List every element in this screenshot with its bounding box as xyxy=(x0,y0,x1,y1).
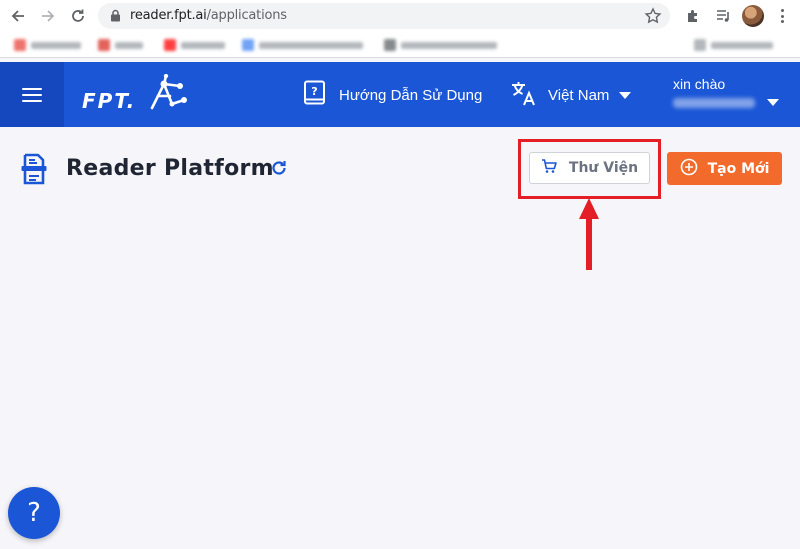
browser-menu-icon[interactable] xyxy=(775,6,789,26)
profile-avatar[interactable] xyxy=(742,5,764,27)
reload-icon[interactable] xyxy=(66,4,90,28)
puzzle-icon[interactable] xyxy=(682,5,704,27)
star-icon[interactable] xyxy=(644,7,662,30)
url-text: reader.fpt.ai/applications xyxy=(130,8,287,23)
app-header: FPT. ? Hướng Dẫn Sử Dụng Việt Nam xin ch… xyxy=(0,62,800,127)
page-title: Reader Platform xyxy=(66,156,274,181)
create-new-button[interactable]: Tạo Mới xyxy=(667,152,782,185)
back-arrow-icon[interactable] xyxy=(6,4,30,28)
media-icon[interactable] xyxy=(712,5,734,27)
greeting-text: xin chào xyxy=(673,76,726,92)
red-arrow-annotation xyxy=(578,197,600,276)
library-button[interactable]: Thư Viện xyxy=(529,152,650,184)
translate-icon xyxy=(510,80,538,110)
help-button[interactable]: ? xyxy=(8,487,60,539)
bookmark-item[interactable] xyxy=(164,39,225,51)
language-selector[interactable]: Việt Nam xyxy=(510,80,632,110)
menu-icon[interactable] xyxy=(0,62,64,127)
bookmark-item[interactable] xyxy=(242,39,363,51)
library-button-label: Thư Viện xyxy=(568,160,639,176)
fpt-ai-logo[interactable]: FPT. xyxy=(80,73,190,116)
forward-arrow-icon[interactable] xyxy=(36,4,60,28)
chevron-down-icon xyxy=(619,91,632,99)
refresh-icon[interactable] xyxy=(270,159,288,182)
bookmark-item[interactable] xyxy=(384,39,497,51)
bookmark-item[interactable] xyxy=(694,39,773,51)
bookmark-item[interactable] xyxy=(98,39,143,51)
user-guide-label: Hướng Dẫn Sử Dụng xyxy=(339,86,483,104)
browser-toolbar: reader.fpt.ai/applications xyxy=(0,0,800,32)
plus-circle-icon xyxy=(680,158,698,180)
address-bar[interactable]: reader.fpt.ai/applications xyxy=(98,3,670,29)
svg-text:FPT.: FPT. xyxy=(82,89,136,113)
username-blurred xyxy=(673,98,755,108)
account-chevron-down-icon[interactable] xyxy=(767,99,779,106)
svg-text:?: ? xyxy=(311,85,317,98)
bookmark-item[interactable] xyxy=(14,39,81,51)
book-question-icon: ? xyxy=(303,80,327,110)
language-label: Việt Nam xyxy=(548,86,610,104)
cart-icon xyxy=(541,158,557,178)
document-icon xyxy=(20,153,48,190)
create-new-button-label: Tạo Mới xyxy=(707,160,770,177)
user-guide-link[interactable]: ? Hướng Dẫn Sử Dụng xyxy=(303,80,482,110)
bookmarks-bar xyxy=(0,32,800,58)
lock-icon xyxy=(110,9,121,27)
help-icon: ? xyxy=(27,498,41,528)
